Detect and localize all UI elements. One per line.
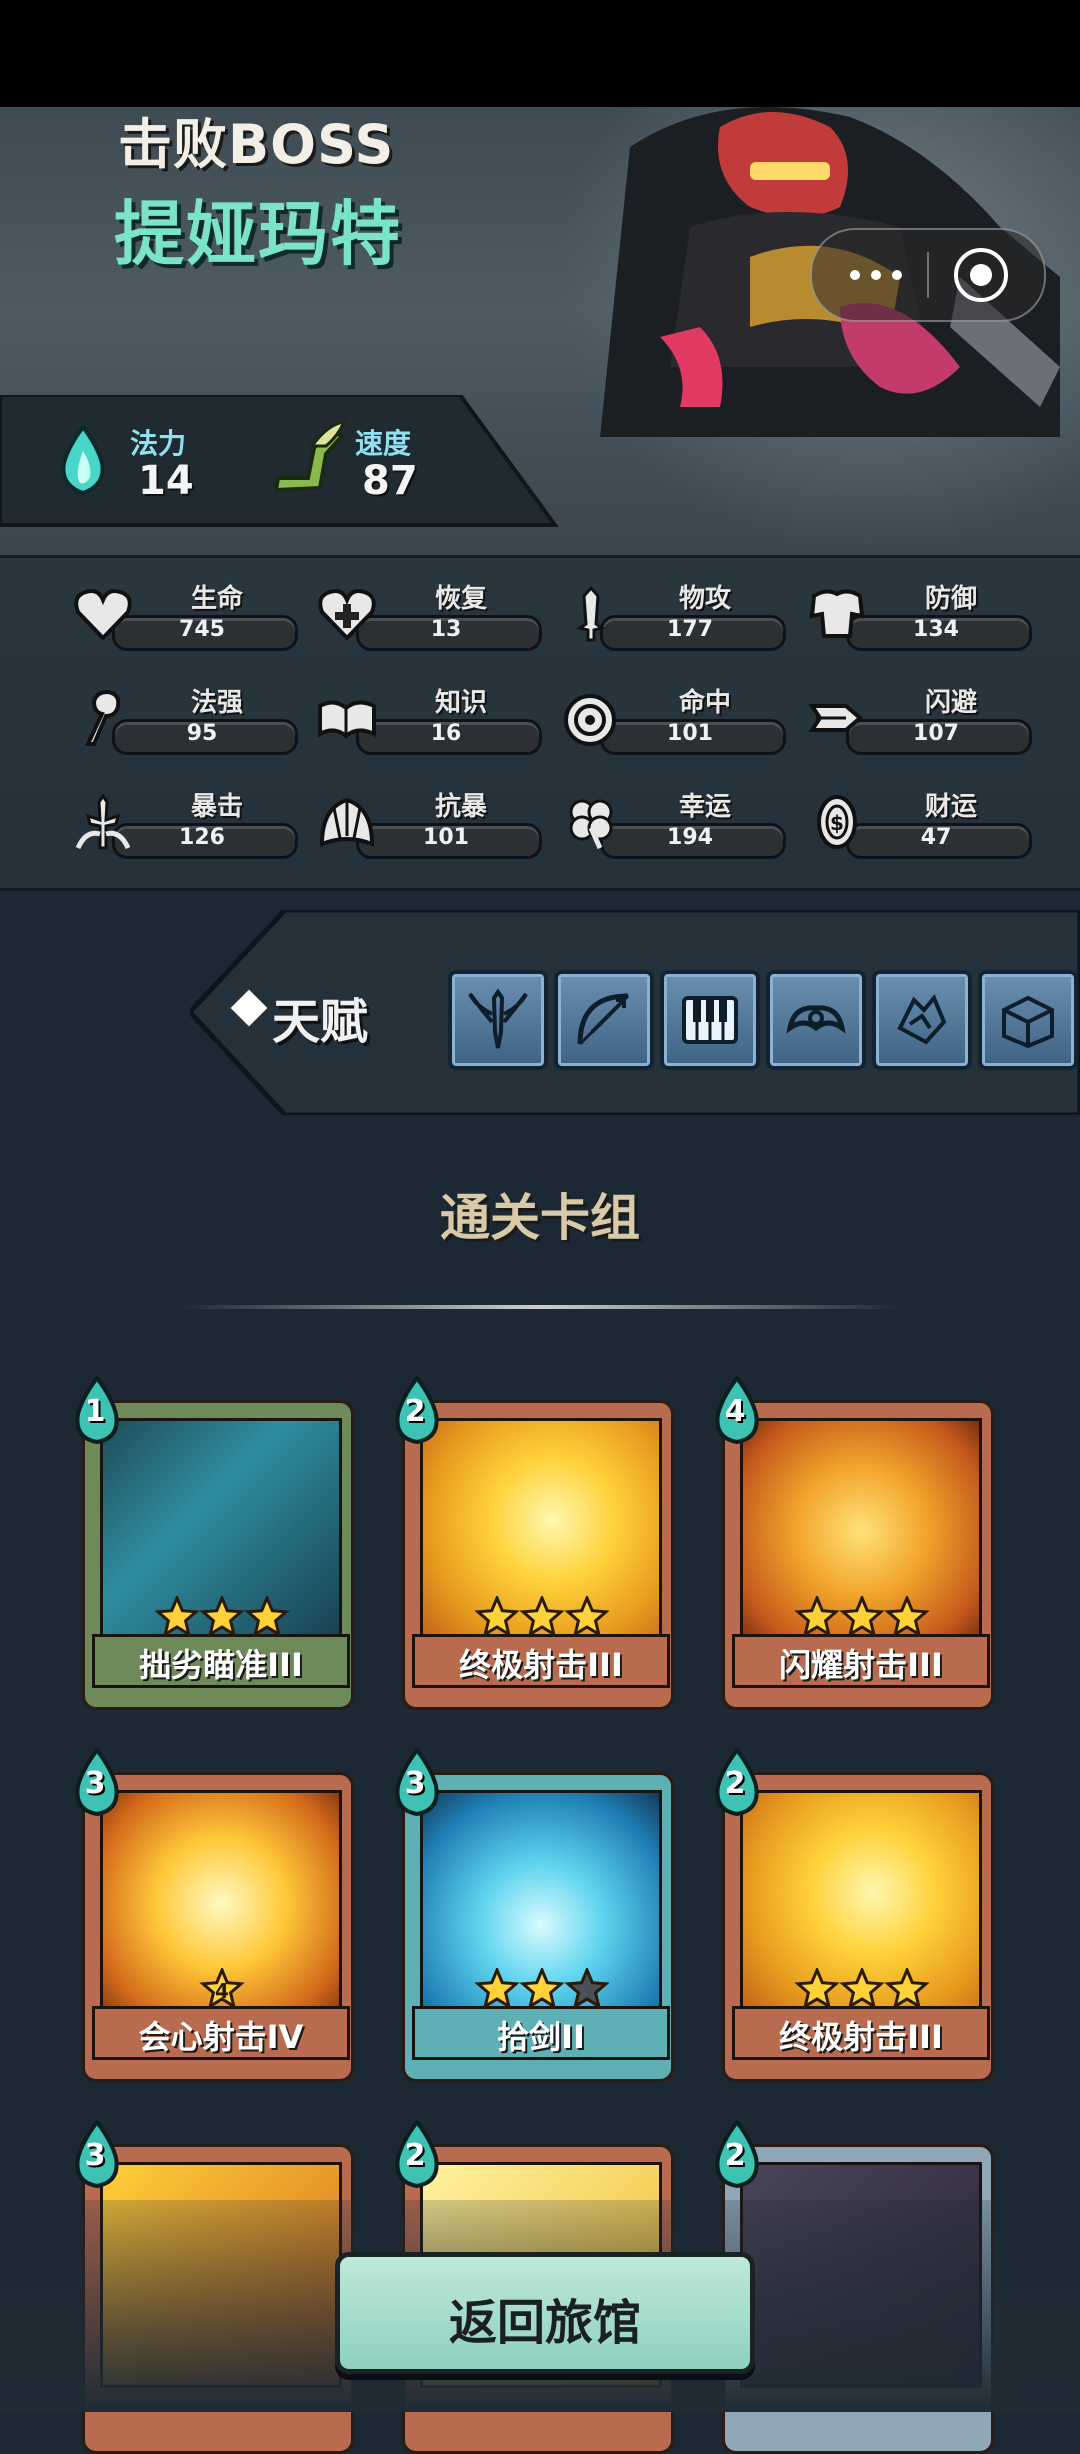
mana-label: 法力: [130, 427, 187, 460]
hand-icon: [897, 994, 947, 1045]
card-name: 拙劣瞄准III: [139, 1646, 303, 1684]
card-name: 终极射击III: [779, 2018, 943, 2056]
mana-value: 14: [138, 458, 194, 504]
return-to-inn-button[interactable]: 返回旅馆: [335, 2252, 755, 2374]
attr-hp: 生命 745: [72, 578, 298, 651]
attribute-panel: 生命 745 恢复 13 物攻 177 防御 134 法强 95 知识 16 命…: [0, 555, 1080, 891]
more-dots-icon[interactable]: [842, 250, 912, 300]
talent-slot-3[interactable]: [660, 970, 760, 1070]
card-cost-badge: 4: [708, 1376, 766, 1444]
card-stars: [474, 1968, 610, 2010]
star-icon: [519, 1968, 565, 2010]
card-cost: 2: [404, 2138, 426, 2173]
piano-icon: [682, 996, 738, 1044]
star-icon: [794, 1968, 840, 2010]
card-cost-badge: 3: [388, 1748, 446, 1816]
card-cost-badge: 2: [708, 2120, 766, 2188]
card-cost-badge: 2: [388, 2120, 446, 2188]
card-cost: 2: [724, 2138, 746, 2173]
deck-card[interactable]: 拾剑II 3: [395, 1748, 674, 2082]
deck-card[interactable]: 会心射击IV 4 3: [75, 1748, 354, 2082]
star-icon: [884, 1968, 930, 2010]
status-bar: [0, 0, 1080, 107]
card-cost-badge: 2: [708, 1748, 766, 1816]
attr-evasion: 闪避 107: [806, 682, 1032, 755]
deck-card[interactable]: 终极射击III 2: [395, 1376, 674, 1710]
card-stars: [794, 1968, 930, 2010]
card-name: 闪耀射击III: [779, 1646, 943, 1684]
capsule-divider: [927, 252, 929, 298]
card-cost: 1: [84, 1394, 106, 1429]
attr-wealth: $ 财运 47: [806, 786, 1032, 859]
deck-card[interactable]: 闪耀射击III 4: [715, 1376, 994, 1710]
star-icon: [884, 1596, 930, 1638]
talent-slot-4[interactable]: [766, 970, 866, 1070]
return-button-label: 返回旅馆: [448, 2295, 641, 2351]
muscle-icon: [786, 1005, 846, 1034]
card-cost-badge: 3: [68, 2120, 126, 2188]
card-cost: 3: [404, 1766, 426, 1801]
star-icon: [839, 1596, 885, 1638]
card-stars: [794, 1596, 930, 1638]
deck-title: 通关卡组: [440, 1189, 640, 1247]
winged-boot-icon: [273, 420, 347, 493]
boss-label: 击败BOSS: [118, 113, 395, 176]
speed-label: 速度: [355, 427, 412, 460]
attr-luck: 幸运 194: [560, 786, 786, 859]
card-stars: 4: [199, 1968, 245, 2010]
card-cost-badge: 2: [388, 1376, 446, 1444]
attr-regen: 恢复 13: [316, 578, 542, 651]
mini-close-icon[interactable]: [954, 248, 1008, 302]
star-icon: [154, 1596, 200, 1638]
talent-slot-5[interactable]: [872, 970, 972, 1070]
card-stars: [154, 1596, 290, 1638]
mana-flame-icon: [61, 425, 105, 496]
attr-accuracy: 命中 101: [560, 682, 786, 755]
deck-card[interactable]: 拙劣瞄准III 1: [75, 1376, 354, 1710]
card-name: 会心射击IV: [138, 2018, 304, 2056]
card-cost: 3: [84, 2138, 106, 2173]
card-name: 终极射击III: [459, 1646, 623, 1684]
star-icon: [474, 1968, 520, 2010]
boss-name: 提娅玛特: [114, 193, 402, 275]
attr-phys-atk: 物攻 177: [560, 578, 786, 651]
card-stars: [474, 1596, 610, 1638]
star-icon: [519, 1596, 565, 1638]
card-cost-badge: 3: [68, 1748, 126, 1816]
star-icon: [244, 1596, 290, 1638]
speed-value: 87: [362, 458, 418, 504]
star-level: 4: [215, 1979, 229, 2003]
attr-crit-resist: 抗暴 101: [316, 786, 542, 859]
card-cost: 4: [724, 1394, 746, 1429]
chest-icon: [1002, 995, 1054, 1049]
star-icon: [474, 1596, 520, 1638]
card-cost: 2: [724, 1766, 746, 1801]
star-icon: [794, 1596, 840, 1638]
talent-slot-2[interactable]: [554, 970, 654, 1070]
winged-sword-icon: [468, 988, 528, 1049]
deck-divider: [180, 1305, 900, 1309]
deck-card[interactable]: 终极射击III 2: [715, 1748, 994, 2082]
attr-knowledge: 知识 16: [316, 682, 542, 755]
attr-defense: 防御 134: [806, 578, 1032, 651]
card-cost: 2: [404, 1394, 426, 1429]
svg-text:$: $: [830, 811, 844, 835]
talent-label: 天赋: [272, 994, 369, 1050]
card-cost: 3: [84, 1766, 106, 1801]
card-name: 拾剑II: [497, 2018, 585, 2056]
talent-slot-1[interactable]: [448, 970, 548, 1070]
miniprogram-capsule: [810, 228, 1046, 322]
star-icon: [839, 1968, 885, 2010]
attr-crit: 暴击 126: [72, 786, 298, 859]
talent-slot-6[interactable]: [978, 970, 1078, 1070]
star-icon: [564, 1968, 610, 2010]
star-icon: [199, 1596, 245, 1638]
card-cost-badge: 1: [68, 1376, 126, 1444]
bow-icon: [577, 993, 630, 1046]
attr-magic-atk: 法强 95: [72, 682, 298, 755]
star-icon: [564, 1596, 610, 1638]
